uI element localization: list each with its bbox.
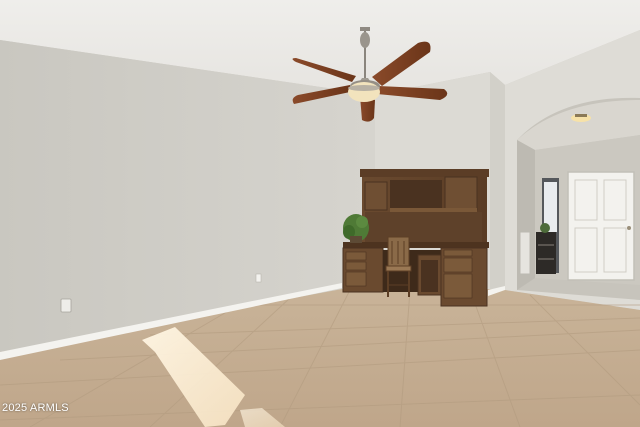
wall-vent: [519, 231, 531, 275]
wall-outlet: [255, 273, 262, 283]
room-photo: 2025 ARMLS: [0, 0, 640, 427]
watermark-text: 2025 ARMLS: [2, 402, 69, 414]
front-door: [567, 171, 635, 281]
wall-plug-device: [60, 298, 72, 313]
door-knob: [627, 226, 631, 230]
hallway-shelf: [536, 232, 556, 274]
hallway-plant: [540, 223, 550, 233]
pillar: [490, 72, 505, 297]
room-illustration: [0, 0, 640, 427]
